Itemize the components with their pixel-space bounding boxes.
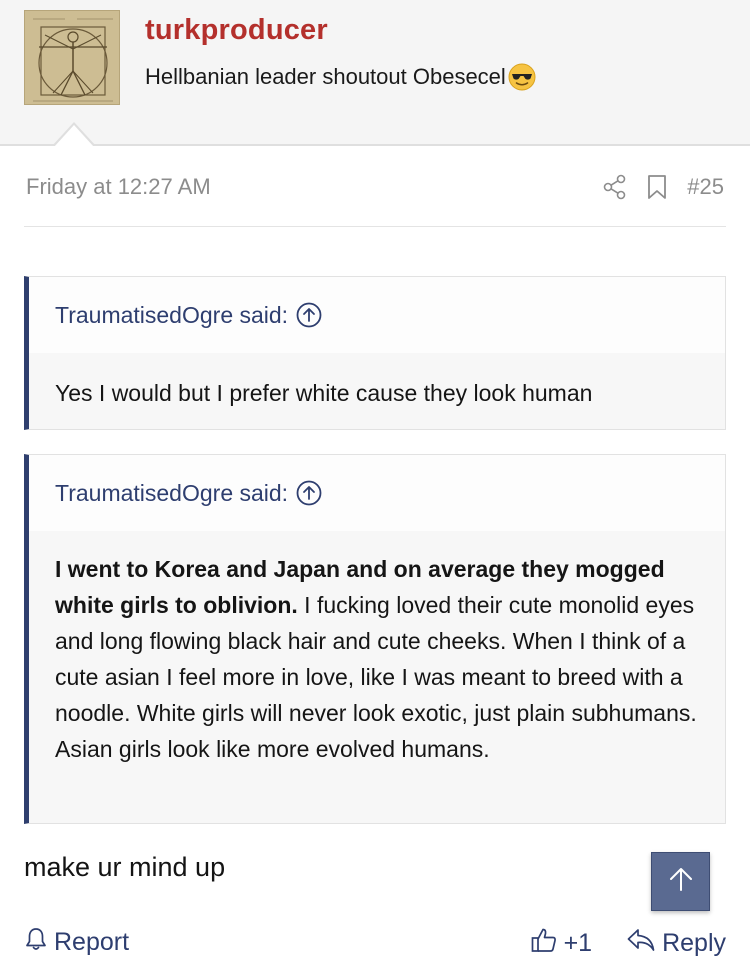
signature-text: Hellbanian leader shoutout Obesecel bbox=[145, 64, 506, 89]
header-pointer bbox=[52, 122, 96, 147]
reply-arrow-icon bbox=[626, 927, 656, 960]
reply-label: Reply bbox=[662, 929, 726, 957]
post-meta: Friday at 12:27 AM #25 bbox=[24, 172, 724, 202]
arrow-up-circle-icon[interactable] bbox=[296, 480, 322, 506]
post-header: turkproducer Hellbanian leader shoutout … bbox=[0, 0, 750, 147]
quote-author-label[interactable]: TraumatisedOgre said: bbox=[55, 302, 288, 329]
right-actions: +1 Reply bbox=[530, 926, 726, 961]
sunglasses-emoji-icon bbox=[508, 63, 536, 91]
quote-text: Yes I would but I prefer white cause the… bbox=[55, 380, 593, 406]
quote-text: I went to Korea and Japan and on average… bbox=[29, 531, 725, 791]
username[interactable]: turkproducer bbox=[145, 14, 328, 47]
quote-block: TraumatisedOgre said: I went to Korea an… bbox=[24, 454, 726, 824]
thumbs-up-icon bbox=[530, 926, 558, 961]
post-body-text: make ur mind up bbox=[24, 852, 226, 882]
like-button[interactable]: +1 bbox=[530, 926, 593, 961]
avatar[interactable] bbox=[24, 10, 120, 105]
quote-author[interactable]: TraumatisedOgre said: bbox=[29, 455, 725, 531]
quote-block: TraumatisedOgre said: Yes I would but I … bbox=[24, 276, 726, 430]
arrow-up-icon bbox=[668, 866, 694, 897]
user-signature: Hellbanian leader shoutout Obesecel bbox=[145, 63, 536, 91]
report-button[interactable]: Report bbox=[24, 926, 129, 959]
quote-author-label[interactable]: TraumatisedOgre said: bbox=[55, 480, 288, 507]
post-number[interactable]: #25 bbox=[687, 174, 724, 200]
like-count: +1 bbox=[563, 929, 593, 957]
bell-icon bbox=[24, 926, 48, 959]
quote-author[interactable]: TraumatisedOgre said: bbox=[29, 277, 725, 353]
bookmark-icon[interactable] bbox=[647, 174, 667, 200]
report-label: Report bbox=[54, 928, 130, 956]
post-timestamp[interactable]: Friday at 12:27 AM bbox=[26, 174, 211, 200]
reply-button[interactable]: Reply bbox=[626, 927, 726, 960]
divider bbox=[24, 226, 726, 227]
scroll-to-top-button[interactable] bbox=[651, 852, 710, 911]
share-icon[interactable] bbox=[603, 174, 627, 200]
post-meta-icons: #25 bbox=[603, 172, 724, 202]
arrow-up-circle-icon[interactable] bbox=[296, 302, 322, 328]
post-actions: Report +1 Reply bbox=[24, 922, 726, 960]
